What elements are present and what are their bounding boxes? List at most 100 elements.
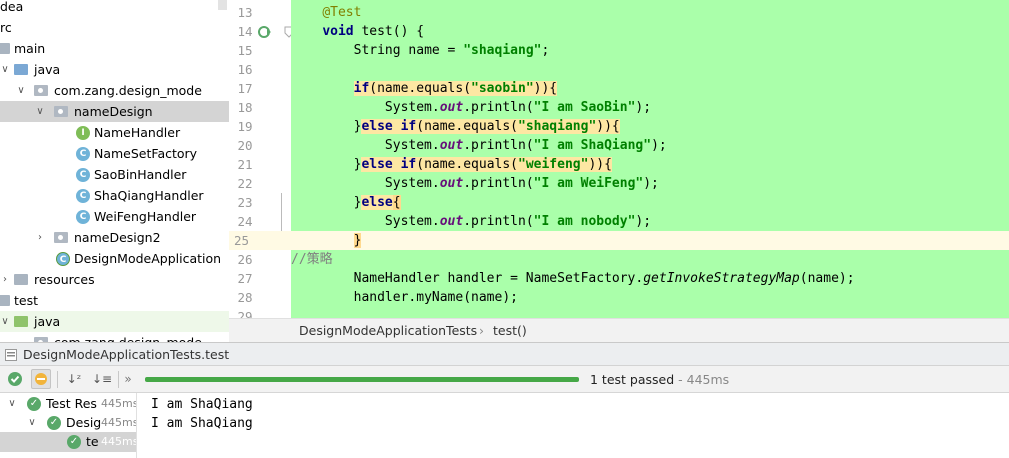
run-test-icon[interactable] <box>258 25 272 39</box>
editor-gutter: 13 14 15 16 17 18 19 20 21 22 23 24 25 2… <box>229 0 294 324</box>
line-number: 15 <box>237 43 253 58</box>
show-passed-button[interactable] <box>5 369 25 389</box>
tree-scrollbar[interactable] <box>218 0 227 10</box>
sort-alphabetically-button[interactable]: ↓ᶻ <box>64 369 84 389</box>
tree-item-weifenghandler[interactable]: C WeiFengHandler <box>0 206 229 227</box>
package-icon <box>54 232 68 243</box>
breadcrumb: DesignModeApplicationTests › test() <box>229 318 1009 342</box>
chevron-right-icon[interactable]: › <box>0 269 11 290</box>
tree-item-rc[interactable]: rc <box>0 17 229 38</box>
breadcrumb-separator: › <box>479 323 484 338</box>
chevron-down-icon[interactable]: ∨ <box>15 80 27 101</box>
folder-icon <box>0 295 10 306</box>
line-number: 21 <box>237 157 253 172</box>
test-results-tree: ∨ ✓ Test Res 445ms ∨ ✓ Desig 445ms ✓ te … <box>0 393 137 458</box>
test-node-time: 445ms <box>101 397 137 410</box>
test-class-node[interactable]: ∨ ✓ Desig 445ms <box>0 413 136 433</box>
tree-item-label: WeiFengHandler <box>94 209 197 224</box>
tree-item-test[interactable]: test <box>0 290 229 311</box>
tree-item-label: ShaQiangHandler <box>94 188 204 203</box>
code-line: //策略 <box>291 252 333 267</box>
chevron-down-icon[interactable]: ∨ <box>0 311 11 332</box>
class-icon: C <box>76 147 90 161</box>
sort-duration-icon: ↓≡ <box>92 372 113 386</box>
breadcrumb-method[interactable]: test() <box>493 319 527 343</box>
tree-item-label: NameSetFactory <box>94 146 198 161</box>
tree-item-package[interactable]: ∨ com.zang.design_mode <box>0 80 229 101</box>
chevron-down-icon[interactable]: ∨ <box>0 59 11 80</box>
line-number: 22 <box>237 176 253 191</box>
line-number: 19 <box>237 119 253 134</box>
more-actions-button[interactable]: » <box>120 369 136 389</box>
code-editor[interactable]: @Test void test() { String name = "shaqi… <box>291 0 1009 318</box>
tree-item-namedesign[interactable]: ∨ nameDesign <box>0 101 229 122</box>
line-number: 26 <box>237 252 253 267</box>
ide-window: dea rc ∨ main ∨ java ∨ com.zang.design_m… <box>0 0 1009 458</box>
code-line: System.out.println("I am SaoBin"); <box>384 100 652 115</box>
tree-item-label: java <box>34 314 61 329</box>
test-duration: - 445ms <box>674 372 730 387</box>
line-number: 23 <box>237 195 253 210</box>
tree-item-test-package[interactable]: com.zang.design_mode <box>0 332 229 342</box>
test-status: 1 test passed - 445ms <box>590 366 729 393</box>
fold-guide <box>281 193 282 231</box>
tree-item-namesetfactory[interactable]: C NameSetFactory <box>0 143 229 164</box>
tree-item-namedesign2[interactable]: › nameDesign2 <box>0 227 229 248</box>
run-tab[interactable]: DesignModeApplicationTests.test <box>0 342 1009 366</box>
ignored-icon <box>35 373 47 385</box>
chevron-right-icon[interactable]: › <box>34 227 46 248</box>
tree-item-resources[interactable]: › resources <box>0 269 229 290</box>
interface-icon: I <box>76 126 90 140</box>
console-line: I am ShaQiang <box>151 416 253 431</box>
line-number: 17 <box>237 81 253 96</box>
tree-item-java[interactable]: ∨ java <box>0 59 229 80</box>
line-number: 20 <box>237 138 253 153</box>
show-ignored-button[interactable] <box>31 369 51 389</box>
source-folder-icon <box>14 64 28 75</box>
tree-item-label: main <box>14 41 46 56</box>
code-line: System.out.println("I am nobody"); <box>384 214 652 229</box>
toolbar-separator <box>57 371 58 388</box>
tree-item-designmodeapplication[interactable]: C DesignModeApplication <box>0 248 229 269</box>
class-icon: C <box>76 168 90 182</box>
line-number: 14 <box>237 24 253 39</box>
line-number: 24 <box>237 214 253 229</box>
line-number: 25 <box>229 231 291 250</box>
test-root-node[interactable]: ∨ ✓ Test Res 445ms <box>0 394 137 414</box>
tree-item-label: dea <box>0 0 24 14</box>
code-line: void test() { <box>322 24 425 39</box>
breadcrumb-class[interactable]: DesignModeApplicationTests <box>299 319 477 343</box>
tree-item-namehandler[interactable]: I NameHandler <box>0 122 229 143</box>
passed-icon: ✓ <box>67 435 81 449</box>
test-method-node[interactable]: ✓ te 445ms <box>0 432 136 452</box>
tree-item-test-java[interactable]: ∨ java <box>0 311 229 332</box>
tree-item-saobinhandler[interactable]: C SaoBinHandler <box>0 164 229 185</box>
line-number: 18 <box>237 100 253 115</box>
console-output[interactable]: I am ShaQiang I am ShaQiang <box>137 393 1009 458</box>
line-number: 13 <box>237 5 253 20</box>
run-toolbar: ↓ᶻ ↓≡ » 1 test passed - 445ms <box>0 366 1009 393</box>
line-number: 16 <box>237 62 253 77</box>
tree-item-label: SaoBinHandler <box>94 167 187 182</box>
code-line: }else{ <box>353 195 401 210</box>
project-tree: dea rc ∨ main ∨ java ∨ com.zang.design_m… <box>0 0 229 342</box>
console-line: I am ShaQiang <box>151 397 253 412</box>
chevron-down-icon[interactable]: ∨ <box>26 413 38 433</box>
tree-item-dea[interactable]: dea <box>0 0 229 17</box>
tree-item-main[interactable]: ∨ main <box>0 38 229 59</box>
chevron-down-icon[interactable]: ∨ <box>34 101 46 122</box>
class-icon: C <box>76 189 90 203</box>
sort-alpha-icon: ↓ᶻ <box>66 372 82 386</box>
tree-item-label: DesignModeApplication <box>74 251 222 266</box>
sort-by-duration-button[interactable]: ↓≡ <box>92 369 112 389</box>
tree-item-label: com.zang.design_mode <box>54 83 202 98</box>
run-tab-title: DesignModeApplicationTests.test <box>23 347 230 362</box>
chevron-down-icon[interactable]: ∨ <box>6 394 18 414</box>
tree-item-label: NameHandler <box>94 125 181 140</box>
code-line: System.out.println("I am ShaQiang"); <box>384 138 667 153</box>
class-icon: C <box>76 210 90 224</box>
code-line: handler.myName(name); <box>353 290 518 305</box>
code-line: }else if(name.equals("shaqiang")){ <box>353 119 620 134</box>
tree-item-shaqianghandler[interactable]: C ShaQiangHandler <box>0 185 229 206</box>
double-chevron-icon: » <box>124 372 132 386</box>
